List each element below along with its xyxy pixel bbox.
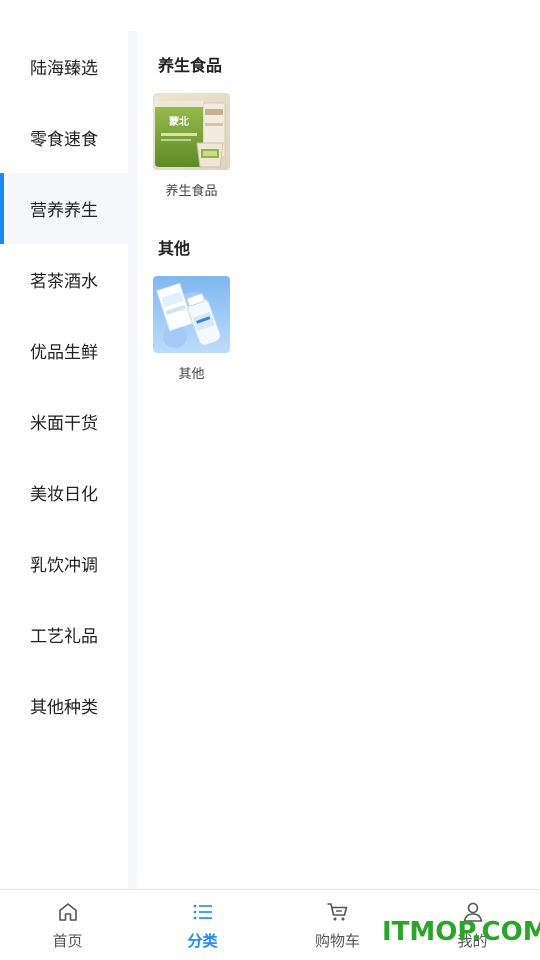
tab-label: 分类	[187, 932, 218, 950]
brand-logo-text: 蒙北	[169, 115, 189, 128]
sidebar-item-label: 营养养生	[30, 201, 98, 221]
sidebar-item-label: 陆海臻选	[30, 59, 98, 79]
category-sidebar: 陆海臻选 零食速食 营养养生 茗茶酒水 优品生鲜 米面干货 美妆日化 乳饮冲调 …	[0, 31, 128, 889]
sidebar-item-label: 工艺礼品	[30, 627, 98, 647]
sidebar-item-label: 优品生鲜	[30, 343, 98, 363]
sidebar-item-label: 乳饮冲调	[30, 556, 98, 576]
section-title: 养生食品	[158, 56, 223, 75]
sidebar-item-fresh[interactable]: 优品生鲜	[0, 315, 128, 386]
sidebar-item-label: 米面干货	[30, 414, 98, 434]
sidebar-item-label: 茗茶酒水	[30, 272, 98, 292]
sidebar-item-crafts[interactable]: 工艺礼品	[0, 599, 128, 670]
home-icon	[58, 903, 77, 921]
sidebar-item-beauty[interactable]: 美妆日化	[0, 457, 128, 528]
sidebar-item-nutrition[interactable]: 营养养生	[0, 173, 128, 244]
category-content: 养生食品 蒙北 养生食品 其他 其他	[137, 31, 540, 889]
product-card-health-food[interactable]: 蒙北 养生食品	[153, 93, 230, 199]
sidebar-item-label: 美妆日化	[30, 485, 98, 505]
sidebar-item-label: 其他种类	[30, 698, 98, 718]
list-icon	[193, 904, 212, 920]
product-label: 其他	[178, 367, 205, 382]
mengbei-product-image[interactable]: 蒙北	[153, 93, 230, 170]
sidebar-item-dairy[interactable]: 乳饮冲调	[0, 528, 128, 599]
sidebar-item-tea-wine[interactable]: 茗茶酒水	[0, 244, 128, 315]
sidebar-item-others[interactable]: 其他种类	[0, 670, 128, 741]
sidebar-item-snacks[interactable]: 零食速食	[0, 102, 128, 173]
sidebar-item-grains[interactable]: 米面干货	[0, 386, 128, 457]
milk-bottle-product-image[interactable]	[153, 276, 230, 353]
cart-icon	[326, 903, 347, 921]
sidebar-item-label: 零食速食	[30, 130, 98, 150]
product-label: 养生食品	[165, 184, 218, 199]
tab-label: 购物车	[314, 932, 360, 950]
tab-label: 首页	[52, 932, 83, 950]
tab-category[interactable]: 分类	[135, 890, 270, 960]
top-bar	[0, 0, 540, 31]
watermark: ITMOP.COM	[382, 917, 540, 947]
sidebar-item-luhai[interactable]: 陆海臻选	[0, 31, 128, 102]
tab-home[interactable]: 首页	[0, 890, 135, 960]
section-title: 其他	[158, 239, 191, 258]
sidebar-divider	[128, 31, 137, 889]
product-card-others[interactable]: 其他	[153, 276, 230, 382]
